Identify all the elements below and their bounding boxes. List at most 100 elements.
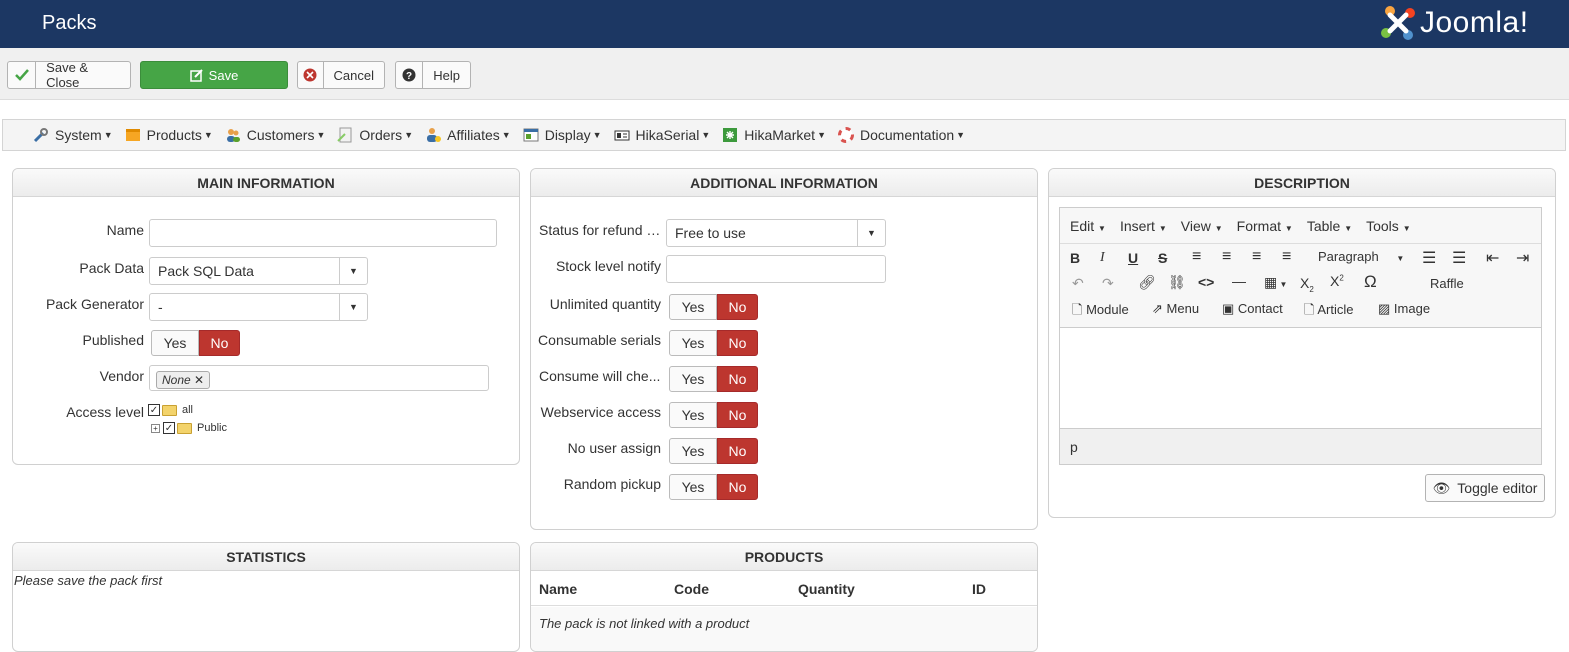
underline-icon[interactable]: U — [1128, 250, 1138, 266]
no-user-assign-toggle: Yes No — [669, 438, 758, 464]
unlink-icon[interactable]: ⛓︎ — [1168, 274, 1186, 291]
nouser-no-button[interactable]: No — [717, 438, 758, 464]
menu-products[interactable]: Products ▼ — [125, 127, 213, 143]
published-no-button[interactable]: No — [199, 330, 240, 356]
editor-menu-edit[interactable]: Edit ▼ — [1070, 218, 1106, 234]
insert-contact-button[interactable]: ▣ Contact — [1222, 301, 1283, 317]
bullet-list-icon[interactable]: ☰ — [1422, 248, 1436, 268]
insert-menu-button[interactable]: ⇗ Menu — [1152, 301, 1199, 317]
menu-affiliates-label: Affiliates — [447, 127, 500, 143]
checkbox-icon[interactable]: ✓ — [148, 404, 160, 416]
menu-orders-label: Orders — [359, 127, 403, 143]
pack-data-label: Pack Data — [79, 260, 144, 276]
caret-down-icon: ▼ — [103, 130, 113, 140]
menu-hikaserial[interactable]: HikaSerial ▼ — [614, 127, 710, 143]
italic-icon[interactable]: I — [1100, 250, 1105, 266]
random-no-button[interactable]: No — [717, 474, 758, 500]
editor-menu-table[interactable]: Table ▼ — [1307, 218, 1352, 234]
toggle-editor-button[interactable]: 👁︎ Toggle editor — [1425, 474, 1545, 502]
insert-image-button[interactable]: ▨ Image — [1378, 301, 1430, 317]
menu-affiliates[interactable]: Affiliates ▼ — [425, 127, 511, 143]
horizontal-rule-icon[interactable]: — — [1232, 273, 1246, 289]
menu-orders[interactable]: Orders ▼ — [337, 127, 413, 143]
raffle-button[interactable]: Raffle — [1430, 276, 1464, 291]
editor-menu-view[interactable]: View ▼ — [1181, 218, 1223, 234]
redo-icon[interactable]: ↷ — [1102, 275, 1114, 292]
consume-yes-button[interactable]: Yes — [669, 366, 717, 392]
products-heading: PRODUCTS — [531, 543, 1037, 571]
consumable-no-button[interactable]: No — [717, 330, 758, 356]
strikethrough-icon[interactable]: S — [1158, 250, 1167, 266]
menu-documentation[interactable]: Documentation ▼ — [837, 127, 965, 143]
table-icon[interactable]: ▦ ▼ — [1264, 274, 1287, 291]
pack-data-select[interactable]: Pack SQL Data ▼ — [149, 257, 368, 285]
status-refund-value: Free to use — [675, 225, 746, 241]
access-tree-all[interactable]: ✓ all — [148, 404, 193, 416]
joomla-logo[interactable]: Joomla! — [1378, 3, 1529, 43]
access-tree-public[interactable]: + ✓ Public — [151, 422, 227, 434]
published-label: Published — [82, 332, 145, 348]
additional-information-panel: ADDITIONAL INFORMATION Status for refund… — [530, 168, 1038, 530]
consume-check-label: Consume will che... — [539, 368, 661, 384]
random-yes-button[interactable]: Yes — [669, 474, 717, 500]
editor-content-area[interactable] — [1060, 328, 1541, 428]
cancel-button[interactable]: Cancel — [297, 61, 385, 89]
outdent-icon[interactable]: ⇤ — [1486, 248, 1499, 268]
unlimited-yes-button[interactable]: Yes — [669, 294, 717, 320]
editor-menu-tools[interactable]: Tools ▼ — [1366, 218, 1411, 234]
page-title: Packs — [42, 12, 97, 34]
consumable-yes-button[interactable]: Yes — [669, 330, 717, 356]
editor-toolbar: B I U S ≡ ≡ ≡ ≡ Paragraph ▼ ☰ ☰ ⇤ ⇥ ↶ ↷ … — [1060, 244, 1541, 328]
column-id[interactable]: ID — [972, 581, 986, 597]
editor-menu-insert[interactable]: Insert ▼ — [1120, 218, 1167, 234]
column-name[interactable]: Name — [539, 581, 577, 597]
insert-module-button[interactable]: 🗋︎ Module — [1072, 301, 1129, 323]
column-code[interactable]: Code — [674, 581, 709, 597]
numbered-list-icon[interactable]: ☰ — [1452, 248, 1466, 268]
webservice-yes-button[interactable]: Yes — [669, 402, 717, 428]
superscript-icon[interactable]: X2 — [1330, 273, 1344, 289]
webservice-no-button[interactable]: No — [717, 402, 758, 428]
checkbox-icon[interactable]: ✓ — [163, 422, 175, 434]
link-icon[interactable]: 🔗︎ — [1138, 274, 1156, 291]
caret-down-icon: ▼ — [501, 130, 511, 140]
market-icon — [722, 127, 738, 143]
name-input[interactable] — [149, 219, 497, 247]
menu-customers-label: Customers — [246, 127, 315, 143]
pack-generator-select[interactable]: - ▼ — [149, 293, 368, 321]
expand-icon[interactable]: + — [151, 423, 160, 433]
align-right-icon[interactable]: ≡ — [1252, 248, 1261, 266]
help-button[interactable]: ? Help — [395, 61, 471, 89]
unlimited-no-button[interactable]: No — [717, 294, 758, 320]
menu-hikamarket[interactable]: HikaMarket ▼ — [722, 127, 826, 143]
insert-article-button[interactable]: 🗋︎ Article — [1304, 301, 1353, 323]
stock-level-label: Stock level notify — [555, 258, 661, 274]
menu-customers[interactable]: Customers ▼ — [225, 127, 325, 143]
save-button[interactable]: Save — [140, 61, 288, 89]
code-icon[interactable]: <> — [1198, 274, 1214, 290]
indent-icon[interactable]: ⇥ — [1516, 248, 1529, 268]
save-close-button[interactable]: Save & Close — [7, 60, 131, 90]
menu-system[interactable]: System ▼ — [33, 127, 113, 143]
align-left-icon[interactable]: ≡ — [1192, 248, 1201, 266]
vendor-field[interactable]: None ✕ — [149, 365, 489, 391]
consume-no-button[interactable]: No — [717, 366, 758, 392]
bold-icon[interactable]: B — [1070, 250, 1080, 266]
subscript-icon[interactable]: X2 — [1300, 275, 1314, 294]
menu-display[interactable]: Display ▼ — [523, 127, 602, 143]
editor-menu-format[interactable]: Format ▼ — [1237, 218, 1293, 234]
align-center-icon[interactable]: ≡ — [1222, 248, 1231, 266]
stock-level-input[interactable] — [666, 255, 886, 283]
remove-icon[interactable]: ✕ — [194, 373, 204, 387]
undo-icon[interactable]: ↶ — [1072, 275, 1084, 292]
paragraph-select[interactable]: Paragraph ▼ — [1318, 249, 1404, 264]
main-information-heading: MAIN INFORMATION — [13, 169, 519, 197]
status-refund-select[interactable]: Free to use ▼ — [666, 219, 886, 247]
nouser-yes-button[interactable]: Yes — [669, 438, 717, 464]
published-yes-button[interactable]: Yes — [151, 330, 199, 356]
column-quantity[interactable]: Quantity — [798, 581, 855, 597]
align-justify-icon[interactable]: ≡ — [1282, 248, 1291, 266]
affiliates-icon — [425, 127, 442, 143]
special-character-icon[interactable]: Ω — [1364, 272, 1377, 292]
vendor-tag: None ✕ — [156, 371, 211, 389]
